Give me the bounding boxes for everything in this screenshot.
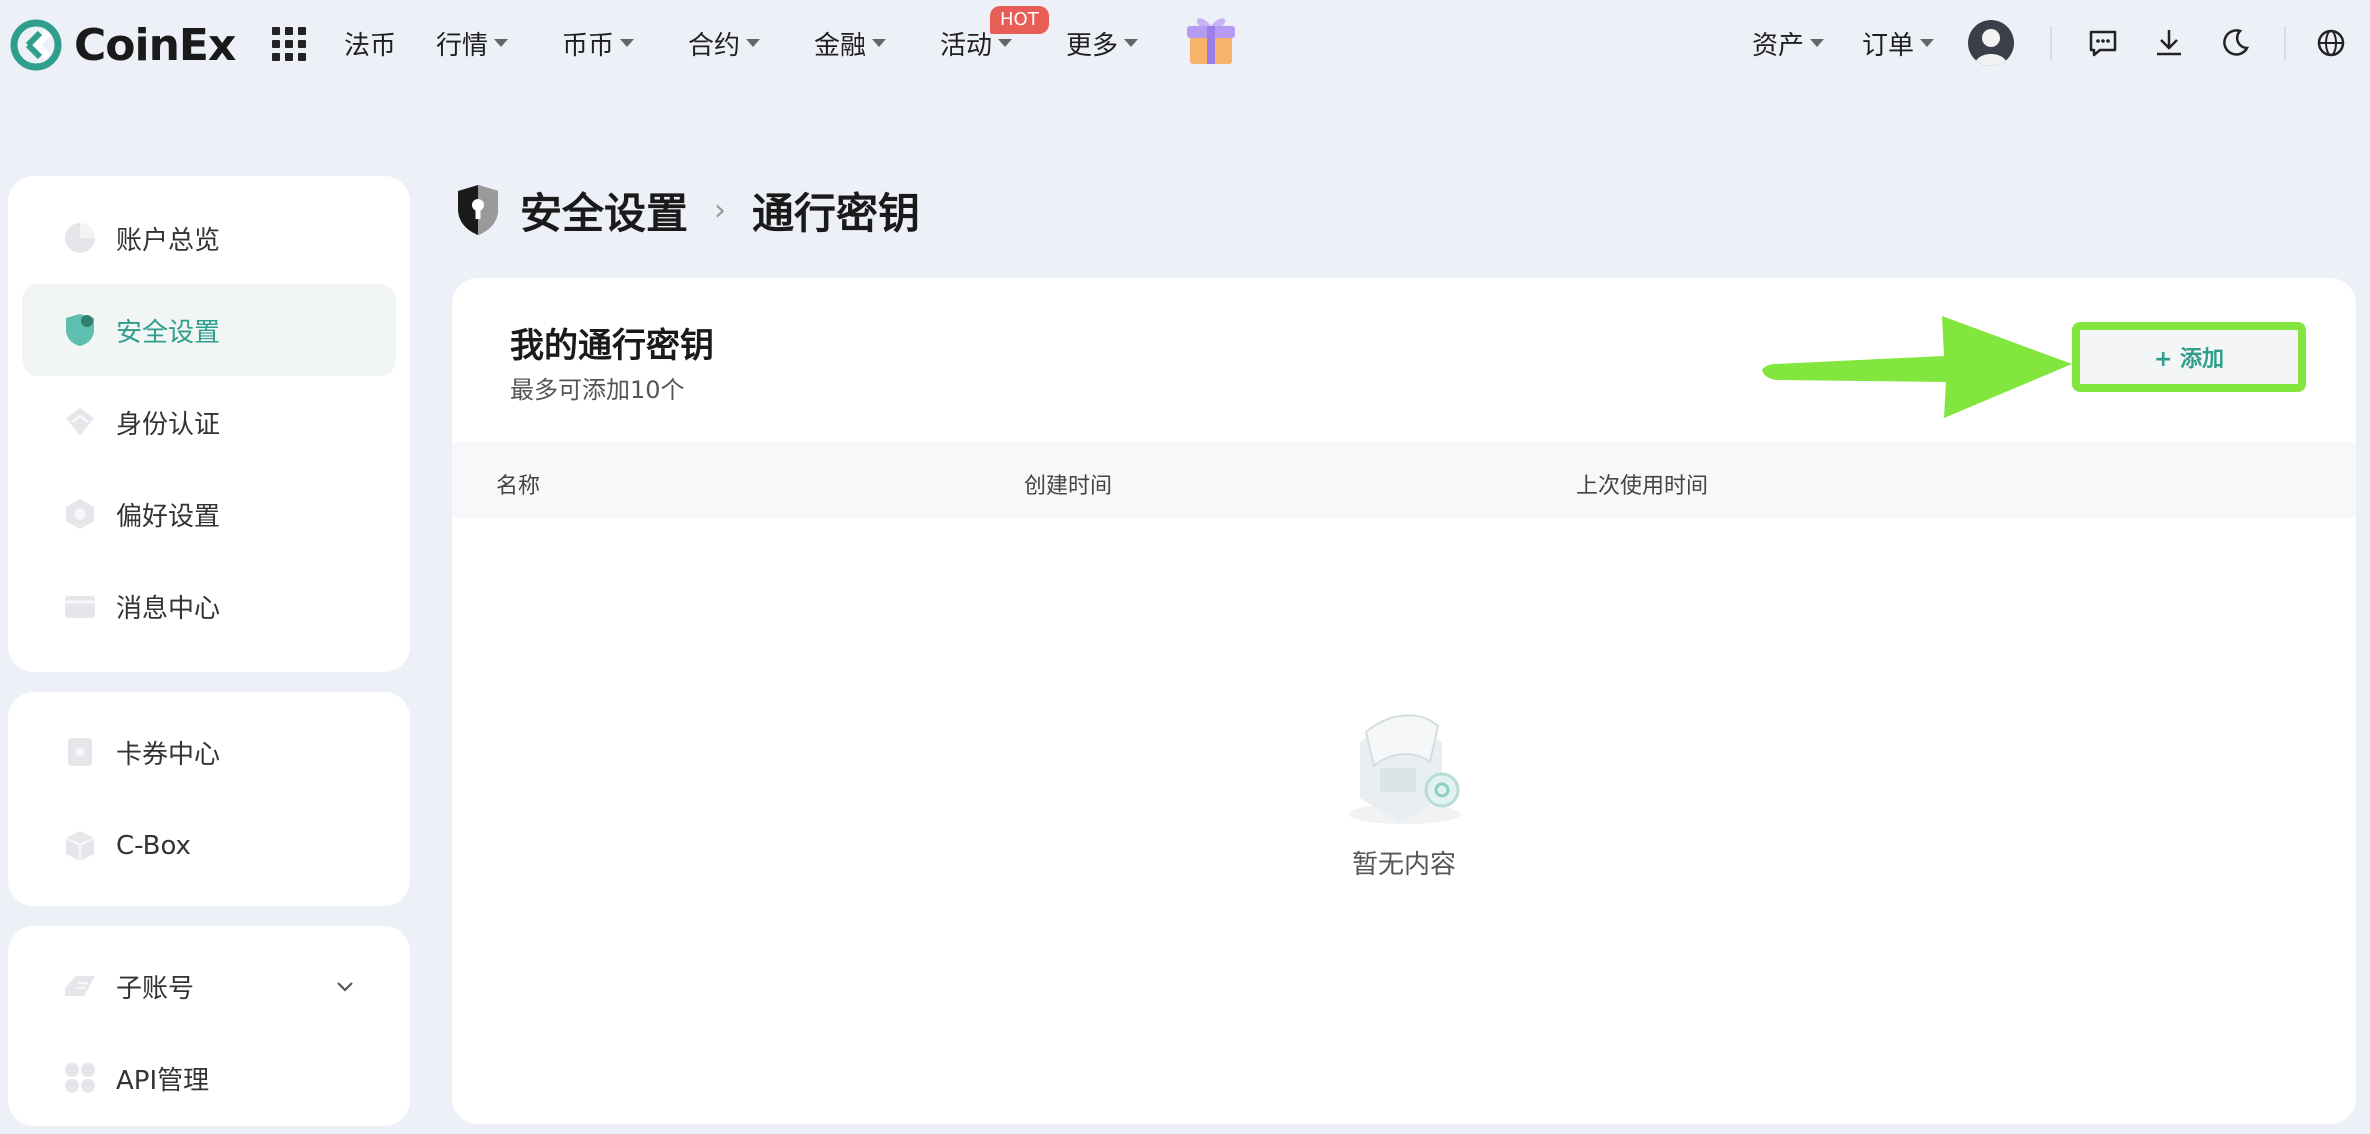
dark-mode-moon-icon[interactable] (2218, 26, 2252, 60)
passkey-panel: 我的通行密钥 最多可添加10个 + 添加 名称 创建时间 上次使用时间 暂无内容 (452, 278, 2356, 1124)
coinex-logo-icon (10, 19, 62, 71)
sidebar-group-advanced: 子账号 API管理 (8, 926, 410, 1126)
nav-assets[interactable]: 资产 (1752, 22, 1825, 64)
nav-fiat[interactable]: 法币 (344, 22, 396, 64)
empty-state-icon (1349, 714, 1461, 824)
shield-lock-icon (458, 185, 498, 235)
chevron-down-icon (746, 39, 761, 47)
top-navigation: CoinEx 法币 行情 币币 合约 金融 活动 HOT 更多 资产 订单 (0, 0, 2370, 88)
column-name: 名称 (496, 474, 541, 499)
message-box-icon (65, 596, 95, 618)
divider (2050, 26, 2052, 60)
nav-orders[interactable]: 订单 (1862, 22, 1935, 64)
nav-spot[interactable]: 币币 (562, 22, 635, 64)
sidebar-item-account-overview[interactable]: 账户总览 (22, 192, 396, 284)
chat-icon[interactable] (2086, 26, 2120, 60)
breadcrumb-parent[interactable]: 安全设置 (520, 180, 688, 241)
avatar[interactable] (1968, 20, 2014, 66)
sidebar-item-cbox[interactable]: C-Box (22, 800, 396, 892)
sidebar-item-sub-account[interactable]: 子账号 (22, 940, 396, 1032)
sidebar-item-coupons[interactable]: 卡券中心 (22, 706, 396, 798)
highlight-arrow (1762, 316, 2072, 418)
column-last-used-time: 上次使用时间 (1576, 474, 1709, 499)
shield-icon (66, 314, 94, 346)
sidebar-item-identity[interactable]: 身份认证 (22, 376, 396, 468)
brand-name: CoinEx (74, 19, 236, 71)
coinex-logo[interactable]: CoinEx (10, 18, 236, 72)
nav-futures[interactable]: 合约 (688, 22, 761, 64)
chevron-down-icon (620, 39, 635, 47)
panel-title: 我的通行密钥 (510, 326, 714, 366)
gift-icon[interactable] (1180, 8, 1242, 70)
coupon-icon (68, 738, 92, 766)
chevron-down-icon (1920, 39, 1935, 47)
panel-subtitle: 最多可添加10个 (510, 376, 685, 404)
sidebar-item-preferences[interactable]: 偏好设置 (22, 468, 396, 560)
settings-cube-icon (66, 499, 94, 529)
id-card-icon (66, 408, 94, 436)
download-icon[interactable] (2152, 26, 2186, 60)
sidebar-item-messages[interactable]: 消息中心 (22, 560, 396, 652)
box-icon (65, 831, 95, 861)
globe-language-icon[interactable] (2314, 26, 2348, 60)
empty-state-text: 暂无内容 (1351, 850, 1456, 880)
chevron-down-icon (1124, 39, 1139, 47)
page-title: 通行密钥 (752, 188, 921, 238)
sidebar-group-rewards: 卡券中心 C-Box (8, 692, 410, 906)
pie-chart-icon (65, 223, 95, 253)
divider (2284, 26, 2286, 60)
sidebar-item-security[interactable]: 安全设置 (22, 284, 396, 376)
hot-badge: HOT (990, 6, 1049, 34)
breadcrumb-separator: › (714, 192, 727, 228)
chevron-down-icon (998, 39, 1013, 47)
chevron-down-icon (872, 39, 887, 47)
chevron-down-icon (494, 39, 509, 47)
add-passkey-button[interactable]: + 添加 (2072, 322, 2306, 392)
chevron-down-icon[interactable] (334, 975, 356, 997)
chevron-down-icon (1810, 39, 1825, 47)
breadcrumb: 安全设置 › 通行密钥 (454, 180, 920, 240)
sub-account-icon (65, 976, 95, 996)
sidebar-item-api[interactable]: API管理 (22, 1032, 396, 1124)
sidebar-group-account: 账户总览 安全设置 身份认证 偏好设置 消息中心 (8, 176, 410, 672)
user-icon (1974, 29, 2008, 66)
table-header: 名称 创建时间 上次使用时间 (452, 442, 2356, 518)
api-icon (65, 1063, 95, 1093)
nav-finance[interactable]: 金融 (814, 22, 887, 64)
column-created-time: 创建时间 (1024, 474, 1113, 499)
nav-markets[interactable]: 行情 (436, 22, 509, 64)
nav-more[interactable]: 更多 (1066, 22, 1139, 64)
apps-grid-icon[interactable] (272, 27, 306, 61)
